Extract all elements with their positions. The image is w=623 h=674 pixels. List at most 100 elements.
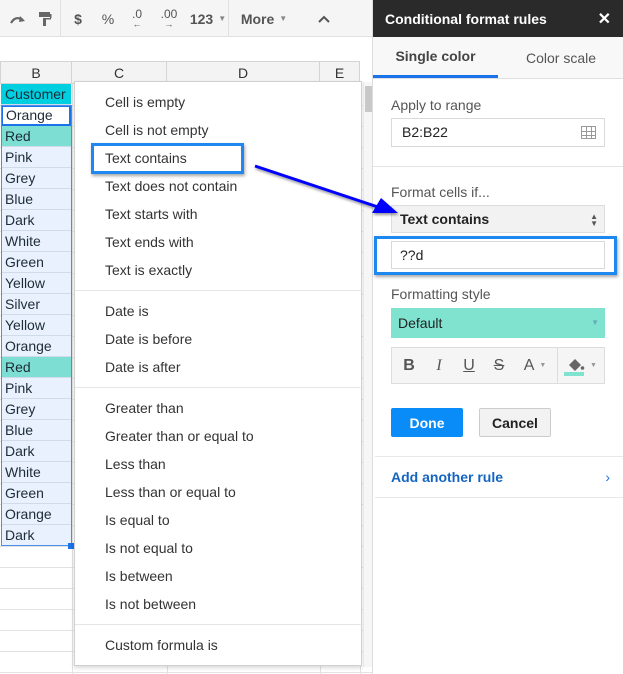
cell[interactable]: Orange	[1, 504, 71, 525]
toolbar-divider	[60, 0, 61, 37]
menu-item-date-is-after[interactable]: Date is after	[75, 353, 361, 381]
underline-button[interactable]: U	[456, 348, 482, 383]
chevron-right-icon: ›	[605, 469, 610, 485]
cell[interactable]: Yellow	[1, 273, 71, 294]
toolbar-divider	[228, 0, 229, 37]
cell[interactable]: Orange	[1, 105, 71, 126]
condition-select[interactable]: Text contains ▲ ▼	[391, 205, 605, 233]
format-toolbar-divider	[557, 348, 558, 383]
percent-format-button[interactable]: %	[96, 0, 120, 37]
menu-item-greater-than[interactable]: Greater than	[75, 394, 361, 422]
cell[interactable]: Pink	[1, 378, 71, 399]
cell[interactable]: Red	[1, 126, 71, 147]
up-down-arrows-icon: ▲ ▼	[590, 212, 598, 228]
cell[interactable]: Green	[1, 483, 71, 504]
menu-item-date-is-before[interactable]: Date is before	[75, 325, 361, 353]
tab-single-color[interactable]: Single color	[373, 37, 498, 78]
menu-item-text-ends-with[interactable]: Text ends with	[75, 228, 361, 256]
menu-item-text-starts-with[interactable]: Text starts with	[75, 200, 361, 228]
tab-color-scale[interactable]: Color scale	[498, 37, 623, 78]
section-divider	[373, 166, 623, 167]
cell[interactable]: Pink	[1, 147, 71, 168]
select-range-grid-icon[interactable]	[581, 126, 596, 139]
cell[interactable]: White	[1, 462, 71, 483]
cell[interactable]: Silver	[1, 294, 71, 315]
caret-down-icon: ▼	[539, 362, 547, 369]
cell[interactable]: Dark	[1, 210, 71, 231]
menu-item-custom-formula-is[interactable]: Custom formula is	[75, 631, 361, 659]
panel-header: Conditional format rules ✕	[373, 0, 623, 37]
add-another-rule-label: Add another rule	[391, 469, 504, 485]
header-cell[interactable]: Customer	[1, 84, 71, 105]
cell[interactable]: Yellow	[1, 315, 71, 336]
number-format-label: 123	[189, 10, 214, 27]
bold-button[interactable]: B	[396, 348, 422, 383]
redo-icon	[10, 15, 25, 24]
menu-item-is-not-equal-to[interactable]: Is not equal to	[75, 534, 361, 562]
apply-range-input[interactable]: B2:B22	[391, 118, 605, 147]
cell[interactable]: Blue	[1, 189, 71, 210]
menu-item-less-than-or-equal-to[interactable]: Less than or equal to	[75, 478, 361, 506]
apply-range-label: Apply to range	[391, 97, 482, 113]
menu-item-cell-is-empty[interactable]: Cell is empty	[75, 88, 361, 116]
formula-bar[interactable]	[0, 37, 372, 61]
cancel-button[interactable]: Cancel	[479, 408, 551, 437]
cell[interactable]: Orange	[1, 336, 71, 357]
conditional-format-panel: Conditional format rules ✕ Single color …	[372, 0, 623, 674]
menu-item-text-does-not-contain[interactable]: Text does not contain	[75, 172, 361, 200]
menu-item-is-between[interactable]: Is between	[75, 562, 361, 590]
formatting-style-select[interactable]: Default ▼	[391, 308, 605, 338]
text-color-button[interactable]: A ▼	[516, 348, 554, 383]
cell[interactable]: Green	[1, 252, 71, 273]
grid-row-line	[0, 672, 372, 673]
text-color-icon: A	[523, 356, 535, 374]
condition-value-input[interactable]: ??d	[391, 241, 605, 269]
cell[interactable]: Dark	[1, 525, 71, 546]
increase-decimal-button[interactable]: .00 →	[154, 0, 184, 37]
rule-type-tabs: Single color Color scale	[373, 37, 623, 79]
menu-item-less-than[interactable]: Less than	[75, 450, 361, 478]
redo-button[interactable]	[4, 0, 32, 37]
close-icon[interactable]: ✕	[598, 9, 611, 29]
apply-range-value: B2:B22	[402, 124, 448, 140]
menu-item-text-is-exactly[interactable]: Text is exactly	[75, 256, 361, 284]
collapse-toolbar-button[interactable]	[312, 0, 336, 37]
menu-item-cell-is-not-empty[interactable]: Cell is not empty	[75, 116, 361, 144]
toolbar: $ % .0 ← .00 → 123 ▼ More ▼	[0, 0, 372, 37]
more-button[interactable]: More ▼	[236, 0, 292, 37]
number-format-dropdown[interactable]: 123 ▼	[187, 0, 229, 37]
cell[interactable]: Red	[1, 357, 71, 378]
fill-color-swatch	[564, 372, 584, 376]
menu-separator	[75, 624, 363, 625]
menu-item-greater-than-or-equal-to[interactable]: Greater than or equal to	[75, 422, 361, 450]
menu-item-date-is[interactable]: Date is	[75, 297, 361, 325]
cell[interactable]: White	[1, 231, 71, 252]
cell[interactable]: Dark	[1, 441, 71, 462]
currency-format-button[interactable]: $	[66, 0, 90, 37]
caret-down-icon: ▼	[218, 14, 227, 23]
cell[interactable]: Blue	[1, 420, 71, 441]
column-header-b[interactable]: B	[0, 61, 72, 84]
add-another-rule-button[interactable]: Add another rule ›	[375, 456, 623, 498]
cell[interactable]: Grey	[1, 399, 71, 420]
fill-color-button[interactable]: ▼	[560, 348, 604, 383]
formatting-style-value: Default	[398, 315, 443, 331]
format-cells-if-label: Format cells if...	[391, 184, 490, 200]
menu-item-is-not-between[interactable]: Is not between	[75, 590, 361, 618]
condition-dropdown-menu: Cell is empty Cell is not empty Text conta…	[74, 81, 373, 667]
condition-value-text: ??d	[400, 247, 424, 263]
caret-down-icon: ▼	[590, 362, 597, 369]
done-button[interactable]: Done	[391, 408, 463, 437]
strikethrough-button[interactable]: S	[486, 348, 512, 383]
menu-item-text-contains[interactable]: Text contains	[75, 144, 361, 172]
cell[interactable]: Grey	[1, 168, 71, 189]
italic-button[interactable]: I	[426, 348, 452, 383]
more-label: More	[240, 10, 275, 27]
condition-select-value: Text contains	[400, 211, 490, 227]
decrease-decimal-button[interactable]: .0 ←	[124, 0, 150, 37]
format-toolbar: B I U S A ▼ ▼	[391, 347, 605, 384]
panel-title: Conditional format rules	[385, 10, 547, 27]
increase-decimal-label: .00	[160, 6, 178, 21]
menu-item-is-equal-to[interactable]: Is equal to	[75, 506, 361, 534]
paint-format-button[interactable]	[34, 0, 56, 37]
